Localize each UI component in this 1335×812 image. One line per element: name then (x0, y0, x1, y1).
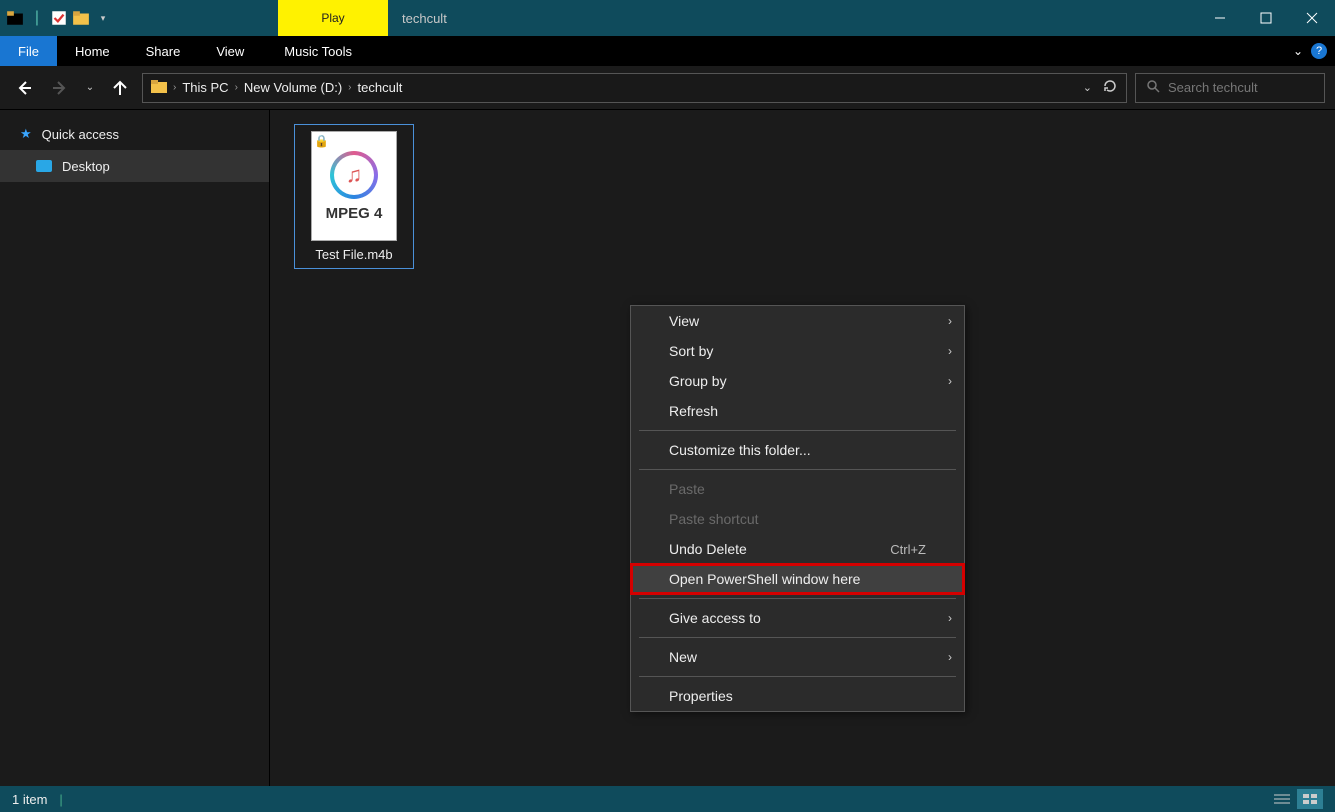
ctx-open-powershell[interactable]: Open PowerShell window here (631, 564, 964, 594)
play-context-tab[interactable]: Play (278, 0, 388, 36)
view-tab[interactable]: View (198, 36, 262, 66)
chevron-right-icon[interactable]: › (348, 82, 351, 93)
breadcrumb[interactable]: › This PC › New Volume (D:) › techcult ⌄ (142, 73, 1127, 103)
crumb-folder[interactable]: techcult (358, 80, 403, 95)
details-view-button[interactable] (1269, 789, 1295, 809)
properties-icon[interactable] (50, 9, 68, 27)
separator (639, 598, 956, 599)
chevron-right-icon: › (948, 650, 952, 664)
maximize-button[interactable] (1243, 0, 1289, 36)
separator (639, 676, 956, 677)
minimize-button[interactable] (1197, 0, 1243, 36)
folder-icon (151, 79, 167, 96)
file-item[interactable]: 🔒 ♫ MPEG 4 Test File.m4b (294, 124, 414, 269)
ctx-refresh[interactable]: Refresh (631, 396, 964, 426)
file-type-label: MPEG 4 (326, 205, 383, 222)
status-item-count: 1 item (12, 792, 47, 807)
chevron-right-icon[interactable]: › (235, 82, 238, 93)
help-icon[interactable]: ? (1311, 43, 1327, 59)
music-tools-tab[interactable]: Music Tools (266, 36, 370, 66)
desktop-label: Desktop (62, 159, 110, 174)
ribbon: File Home Share View Music Tools ⌄ ? (0, 36, 1335, 66)
ctx-undo-delete[interactable]: Undo DeleteCtrl+Z (631, 534, 964, 564)
large-icons-view-button[interactable] (1297, 789, 1323, 809)
crumb-this-pc[interactable]: This PC (182, 80, 228, 95)
chevron-right-icon: › (948, 314, 952, 328)
ctx-give-access[interactable]: Give access to› (631, 603, 964, 633)
file-thumbnail: 🔒 ♫ MPEG 4 (311, 131, 397, 241)
back-button[interactable] (10, 74, 38, 102)
ctx-paste: Paste (631, 474, 964, 504)
file-tab[interactable]: File (0, 36, 57, 66)
separator (639, 430, 956, 431)
collapse-ribbon-icon[interactable]: ⌄ (1293, 44, 1303, 58)
search-placeholder: Search techcult (1168, 80, 1258, 95)
lock-icon: 🔒 (314, 134, 329, 148)
address-dropdown-icon[interactable]: ⌄ (1083, 81, 1092, 94)
titlebar: | ▾ Play techcult (0, 0, 1335, 36)
navigation-bar: ⌄ › This PC › New Volume (D:) › techcult… (0, 66, 1335, 110)
folder-icon[interactable] (6, 9, 24, 27)
share-tab[interactable]: Share (128, 36, 199, 66)
forward-button[interactable] (46, 74, 74, 102)
chevron-right-icon: › (948, 344, 952, 358)
divider-icon: | (28, 9, 46, 27)
window-controls (1197, 0, 1335, 36)
qat-dropdown-icon[interactable]: ▾ (94, 9, 112, 27)
file-name-label: Test File.m4b (315, 247, 392, 262)
refresh-icon[interactable] (1102, 78, 1118, 97)
quick-access-toolbar: | ▾ (0, 0, 118, 36)
ctx-group-by[interactable]: Group by› (631, 366, 964, 396)
status-bar: 1 item | (0, 786, 1335, 812)
recent-dropdown-icon[interactable]: ⌄ (82, 74, 98, 102)
separator (639, 637, 956, 638)
context-menu: View› Sort by› Group by› Refresh Customi… (630, 305, 965, 712)
window-title: techcult (388, 0, 1197, 36)
separator (639, 469, 956, 470)
folder-icon-2[interactable] (72, 9, 90, 27)
up-button[interactable] (106, 74, 134, 102)
shortcut-label: Ctrl+Z (890, 542, 926, 557)
divider: | (59, 792, 62, 807)
ctx-paste-shortcut: Paste shortcut (631, 504, 964, 534)
ctx-properties[interactable]: Properties (631, 681, 964, 711)
home-tab[interactable]: Home (57, 36, 128, 66)
desktop-item[interactable]: Desktop (0, 150, 269, 182)
chevron-right-icon: › (948, 374, 952, 388)
ctx-view[interactable]: View› (631, 306, 964, 336)
search-icon (1146, 79, 1160, 96)
close-button[interactable] (1289, 0, 1335, 36)
ctx-customize[interactable]: Customize this folder... (631, 435, 964, 465)
desktop-icon (36, 160, 52, 172)
ctx-new[interactable]: New› (631, 642, 964, 672)
quick-access-item[interactable]: ★ Quick access (0, 118, 269, 150)
chevron-right-icon[interactable]: › (173, 82, 176, 93)
context-tab-group: Play (278, 0, 388, 36)
quick-access-label: Quick access (42, 127, 119, 142)
ctx-sort-by[interactable]: Sort by› (631, 336, 964, 366)
star-icon: ★ (20, 126, 32, 142)
chevron-right-icon: › (948, 611, 952, 625)
crumb-volume[interactable]: New Volume (D:) (244, 80, 342, 95)
navigation-pane: ★ Quick access Desktop (0, 110, 270, 786)
music-icon: ♫ (330, 151, 378, 199)
search-input[interactable]: Search techcult (1135, 73, 1325, 103)
